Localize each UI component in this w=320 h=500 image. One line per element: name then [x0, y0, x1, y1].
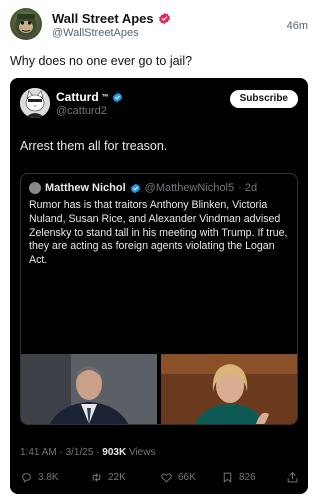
- bookmark-count: 826: [239, 472, 256, 483]
- author-handle[interactable]: @WallStreetApes: [52, 27, 139, 39]
- trademark-mark: ™: [101, 93, 109, 101]
- post-time[interactable]: 46m: [287, 20, 308, 32]
- quoted-post[interactable]: Matthew Nichol @MatthewNichol5 · 2d Rumo…: [20, 173, 298, 425]
- post-timestamp[interactable]: 1:41 AM · 3/1/25 ·: [20, 447, 102, 458]
- author-name[interactable]: Catturd ™: [56, 90, 123, 104]
- share-button[interactable]: [286, 471, 299, 484]
- views-count: 903K: [102, 447, 127, 458]
- author-handle[interactable]: @catturd2: [56, 105, 107, 117]
- author-name[interactable]: Wall Street Apes: [52, 11, 171, 26]
- post-header: Wall Street Apes @WallStreetApes 46m: [10, 8, 310, 44]
- bookmark-button[interactable]: 826: [221, 471, 256, 484]
- repost-count: 22K: [108, 472, 126, 483]
- photo-man-suit-gray[interactable]: [21, 354, 157, 424]
- quoted-post-time[interactable]: · 2d: [238, 182, 257, 194]
- quoted-post-text: Rumor has is that traitors Anthony Blink…: [29, 199, 288, 267]
- subscribe-button[interactable]: Subscribe: [229, 90, 298, 108]
- avatar[interactable]: [20, 88, 50, 118]
- repost-button[interactable]: 22K: [90, 471, 126, 484]
- action-bar: 3.8K 22K 66K 826: [20, 471, 300, 487]
- verified-badge-icon: [158, 12, 170, 25]
- photo-woman-blonde[interactable]: [161, 354, 297, 424]
- ape-avatar-icon: [15, 14, 37, 36]
- author-name-text: Catturd: [56, 90, 99, 104]
- verified-badge-icon: [130, 183, 140, 193]
- reply-icon: [22, 473, 31, 483]
- reply-count: 3.8K: [38, 472, 59, 483]
- repost-icon: [92, 473, 101, 482]
- avatar[interactable]: [29, 182, 41, 194]
- like-count: 66K: [178, 472, 196, 483]
- photo-grid: [21, 354, 297, 424]
- like-button[interactable]: 66K: [160, 471, 196, 484]
- quoted-author-handle[interactable]: @MatthewNichol5: [145, 182, 234, 194]
- author-name-text: Wall Street Apes: [52, 11, 154, 26]
- heart-icon: [161, 473, 172, 483]
- quoted-author-name[interactable]: Matthew Nichol: [45, 182, 126, 194]
- verified-badge-icon: [112, 92, 122, 102]
- avatar[interactable]: [10, 8, 42, 40]
- quoted-post-header: Matthew Nichol @MatthewNichol5 · 2d: [29, 182, 257, 194]
- post-text: Why does no one ever go to jail?: [10, 54, 193, 68]
- post-meta: 1:41 AM · 3/1/25 · 903K Views: [20, 447, 155, 458]
- post-text: Arrest them all for treason.: [20, 139, 168, 153]
- embedded-post-card[interactable]: Catturd ™ @catturd2 Subscribe Arrest the…: [10, 78, 308, 494]
- views-label: Views: [126, 447, 156, 458]
- reply-button[interactable]: 3.8K: [20, 471, 59, 484]
- cat-avatar-icon: [20, 88, 50, 118]
- share-icon: [287, 472, 298, 483]
- bookmark-icon: [223, 472, 232, 483]
